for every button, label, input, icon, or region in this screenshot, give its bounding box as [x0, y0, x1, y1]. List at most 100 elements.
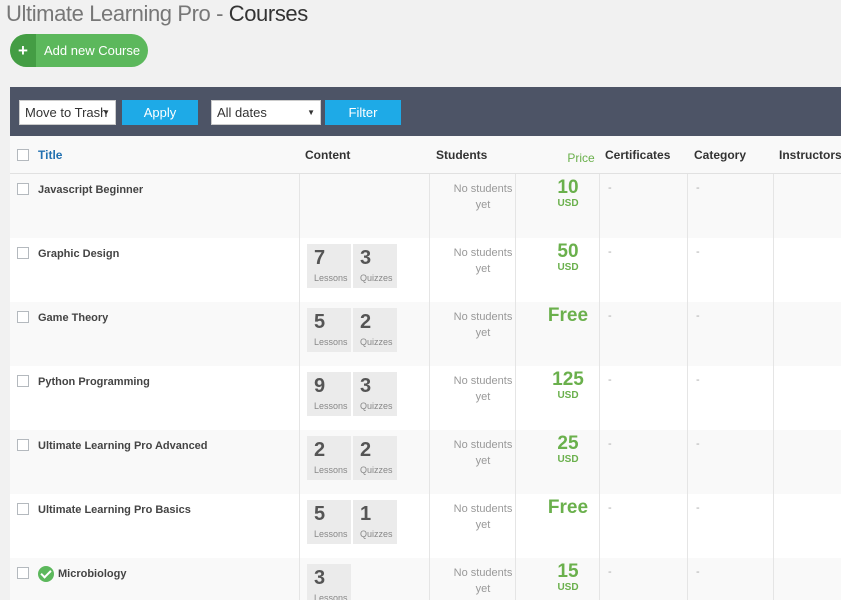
price-currency: USD [557, 390, 579, 401]
apply-button[interactable]: Apply [122, 100, 198, 125]
column-content: Content [305, 148, 351, 162]
column-divider [429, 238, 430, 302]
row-checkbox[interactable] [17, 439, 29, 451]
certificates-value: - [608, 502, 612, 514]
table-row: Microbiology 3 Lessons No students yet 15 USD -… [10, 558, 841, 600]
add-new-course-button[interactable]: + Add new Course [10, 34, 148, 67]
column-divider [429, 174, 430, 238]
quizzes-label: Quizzes [360, 337, 393, 347]
students-status: No students yet [440, 309, 526, 341]
students-empty-line2: yet [475, 519, 491, 531]
students-status: No students yet [440, 501, 526, 533]
caret-down-icon: ▼ [307, 108, 315, 117]
quizzes-count-tile: 3 Quizzes [353, 372, 397, 416]
lessons-label: Lessons [314, 593, 348, 600]
quizzes-label: Quizzes [360, 465, 393, 475]
column-divider [773, 430, 774, 494]
course-price: 15 USD [527, 561, 609, 593]
column-students: Students [436, 148, 488, 162]
table-body: Javascript Beginner No students yet 10 USD - -… [10, 174, 841, 600]
course-title-link[interactable]: Graphic Design [38, 248, 119, 260]
bulk-action-value: Move to Trash [25, 105, 108, 120]
date-filter-value: All dates [217, 105, 267, 120]
course-title-link[interactable]: Ultimate Learning Pro Advanced [38, 440, 208, 452]
lessons-count: 5 [314, 311, 326, 333]
certificates-value: - [608, 310, 612, 322]
certificates-value: - [608, 246, 612, 258]
caret-down-icon: ▼ [102, 108, 110, 117]
course-title-link[interactable]: Ultimate Learning Pro Basics [38, 504, 191, 516]
quizzes-label: Quizzes [360, 529, 393, 539]
students-empty-line2: yet [475, 391, 491, 403]
quizzes-label: Quizzes [360, 273, 393, 283]
certificates-value: - [608, 566, 612, 578]
filter-button[interactable]: Filter [325, 100, 401, 125]
course-title-link[interactable]: Game Theory [38, 312, 108, 324]
row-checkbox[interactable] [17, 503, 29, 515]
column-divider [429, 366, 430, 430]
column-divider [299, 494, 300, 558]
price-amount: 125 [552, 369, 584, 390]
students-empty-line2: yet [475, 327, 491, 339]
row-checkbox[interactable] [17, 247, 29, 259]
lessons-label: Lessons [314, 337, 348, 347]
lessons-count: 7 [314, 247, 326, 269]
page-title-brand: Ultimate Learning Pro - [6, 1, 224, 26]
lessons-count: 3 [314, 567, 326, 589]
row-checkbox[interactable] [17, 311, 29, 323]
column-divider [773, 238, 774, 302]
column-divider [773, 366, 774, 430]
quizzes-count: 3 [360, 375, 372, 397]
price-amount: Free [547, 305, 589, 326]
category-value: - [696, 438, 700, 450]
column-divider [687, 238, 688, 302]
lessons-count-tile: 7 Lessons [307, 244, 351, 288]
page-title: Ultimate Learning Pro - Courses [6, 1, 308, 27]
course-price: 25 USD [527, 433, 609, 465]
row-checkbox[interactable] [17, 567, 29, 579]
students-status: No students yet [440, 437, 526, 469]
course-title-link[interactable]: Python Programming [38, 376, 150, 388]
lessons-count: 2 [314, 439, 326, 461]
column-divider [687, 174, 688, 238]
certificates-value: - [608, 182, 612, 194]
row-checkbox[interactable] [17, 375, 29, 387]
quizzes-count-tile: 3 Quizzes [353, 244, 397, 288]
page-title-section: Courses [228, 1, 309, 26]
course-title-link[interactable]: Javascript Beginner [38, 184, 143, 196]
column-divider [687, 366, 688, 430]
lessons-count-tile: 3 Lessons [307, 564, 351, 600]
lessons-count-tile: 5 Lessons [307, 308, 351, 352]
date-filter-select[interactable]: All dates ▼ [211, 100, 321, 125]
row-checkbox[interactable] [17, 183, 29, 195]
column-divider [687, 302, 688, 366]
column-divider [299, 174, 300, 238]
plus-icon: + [10, 34, 36, 67]
table-row: Ultimate Learning Pro Basics 5 Lessons 1 Qui… [10, 494, 841, 558]
course-price: 10 USD [527, 177, 609, 209]
column-divider [299, 302, 300, 366]
price-amount: Free [547, 497, 589, 518]
students-empty-line2: yet [475, 263, 491, 275]
column-divider [429, 494, 430, 558]
quizzes-count-tile: 2 Quizzes [353, 308, 397, 352]
quizzes-count-tile: 2 Quizzes [353, 436, 397, 480]
lessons-label: Lessons [314, 529, 348, 539]
students-empty-line1: No students [453, 503, 513, 515]
quizzes-count: 1 [360, 503, 372, 525]
students-empty-line2: yet [475, 583, 491, 595]
price-currency: USD [557, 582, 579, 593]
price-amount: 10 [557, 177, 579, 198]
bulk-action-select[interactable]: Move to Trash ▼ [19, 100, 116, 125]
add-new-course-label: Add new Course [44, 43, 141, 58]
course-title-link[interactable]: Microbiology [58, 568, 126, 580]
table-row: Ultimate Learning Pro Advanced 2 Lessons 2 Q… [10, 430, 841, 494]
column-title[interactable]: Title [38, 136, 62, 174]
certificates-value: - [608, 374, 612, 386]
column-divider [687, 558, 688, 600]
column-divider [773, 558, 774, 600]
students-empty-line2: yet [475, 455, 491, 467]
select-all-checkbox[interactable] [17, 149, 29, 161]
table-row: Game Theory 5 Lessons 2 Quizzes No students ye… [10, 302, 841, 366]
lessons-label: Lessons [314, 465, 348, 475]
